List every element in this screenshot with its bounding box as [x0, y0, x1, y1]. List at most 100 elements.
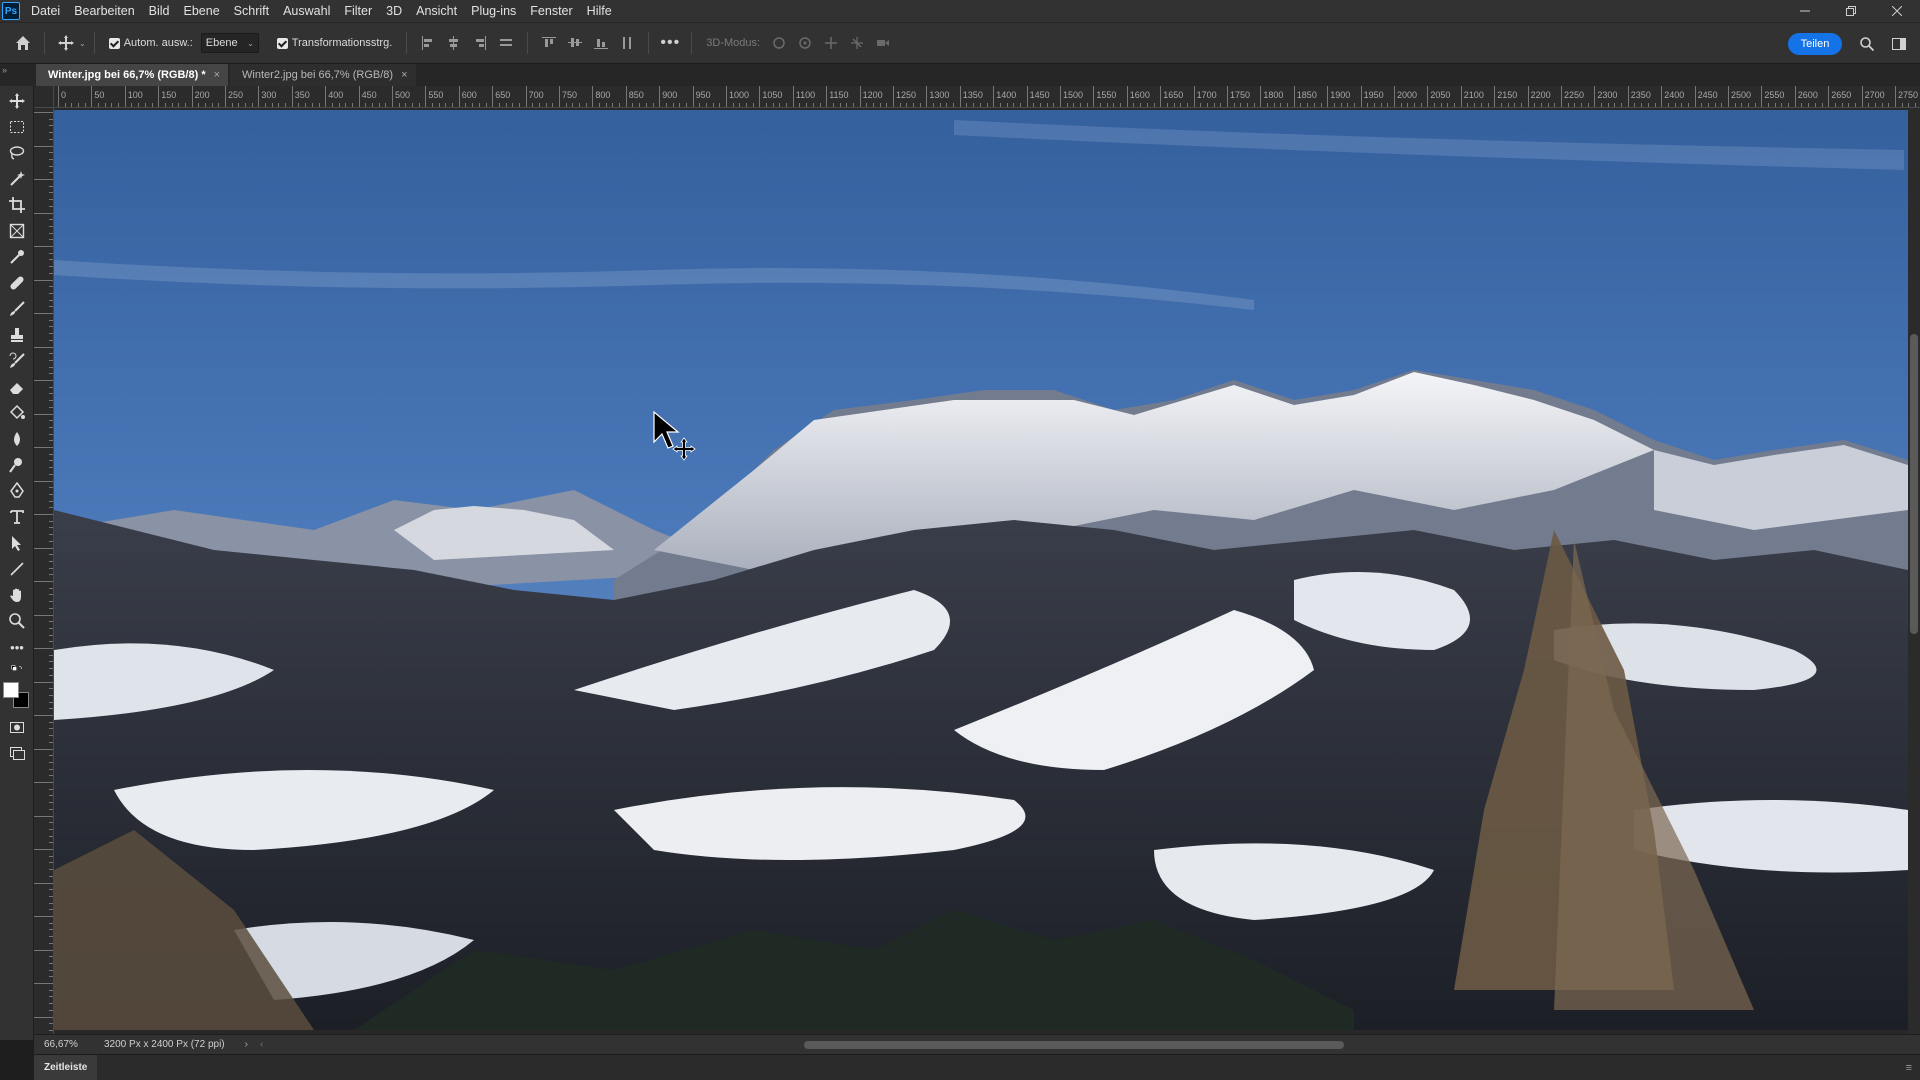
tool-zoom[interactable]: [0, 608, 34, 634]
tool-history-brush[interactable]: [0, 348, 34, 374]
menu-filter[interactable]: Filter: [337, 0, 379, 22]
align-top-button[interactable]: [536, 30, 562, 56]
tool-marquee[interactable]: [0, 114, 34, 140]
tab-winter[interactable]: Winter.jpg bei 66,7% (RGB/8) * ×: [36, 64, 229, 86]
tool-lasso[interactable]: [0, 140, 34, 166]
tool-hand[interactable]: [0, 582, 34, 608]
distribute-button[interactable]: [493, 30, 519, 56]
tool-eraser[interactable]: [0, 374, 34, 400]
ruler-minor-tick: [78, 103, 80, 107]
minimize-button[interactable]: [1782, 0, 1828, 22]
distribute-horizontal-button[interactable]: [614, 30, 640, 56]
horizontal-ruler[interactable]: 0 50 100 150 200 250 300 350 400 450 500 550 600 650 7…: [54, 86, 1920, 108]
quick-mask-button[interactable]: [0, 714, 34, 740]
transform-controls-checkbox[interactable]: Transformationsstrg.: [276, 37, 392, 49]
workspace-button[interactable]: [1886, 31, 1912, 57]
menu-bild[interactable]: Bild: [142, 0, 177, 22]
ruler-label: 50: [94, 90, 105, 100]
tool-eyedropper[interactable]: [0, 244, 34, 270]
foreground-color-swatch[interactable]: [3, 682, 19, 698]
3d-slide-button[interactable]: [844, 30, 870, 56]
home-button[interactable]: [10, 30, 36, 56]
3d-orbit-button[interactable]: [766, 30, 792, 56]
menu-auswahl[interactable]: Auswahl: [276, 0, 337, 22]
menu-plugins[interactable]: Plug-ins: [464, 0, 523, 22]
screen-mode-button[interactable]: [0, 740, 34, 766]
tool-line[interactable]: [0, 556, 34, 582]
close-tab-icon[interactable]: ×: [401, 69, 407, 81]
ruler-origin[interactable]: [34, 86, 54, 108]
ruler-label: 2500: [1731, 90, 1752, 100]
3d-roll-button[interactable]: [792, 30, 818, 56]
ruler-minor-tick: [946, 103, 948, 107]
align-middle-button[interactable]: [562, 30, 588, 56]
ruler-minor-tick: [245, 103, 247, 107]
ruler-tick: [34, 547, 53, 549]
tool-pen[interactable]: [0, 478, 34, 504]
menu-3d[interactable]: 3D: [379, 0, 409, 22]
ruler-minor-tick: [144, 103, 146, 107]
tool-path-selection[interactable]: [0, 530, 34, 556]
ruler-label: 750: [562, 90, 578, 100]
canvas-area[interactable]: [54, 108, 1920, 1040]
tool-gradient[interactable]: [0, 400, 34, 426]
pen-icon: [10, 482, 24, 498]
close-window-button[interactable]: [1874, 0, 1920, 22]
chevron-right-icon[interactable]: ›: [245, 1039, 248, 1050]
align-left-button[interactable]: [415, 30, 441, 56]
zoom-level[interactable]: 66,67%: [44, 1039, 104, 1050]
auto-select-target-dropdown[interactable]: Ebene ⌄: [200, 33, 259, 53]
panel-menu-icon[interactable]: ≡: [1906, 1062, 1912, 1074]
tool-type[interactable]: [0, 504, 34, 530]
auto-select-checkbox[interactable]: Autom. ausw.:: [108, 37, 193, 49]
tool-edit-toolbar[interactable]: •••: [0, 634, 34, 660]
more-options-button[interactable]: •••: [657, 30, 683, 56]
ruler-tick: [34, 413, 53, 415]
ruler-minor-tick: [505, 103, 507, 107]
ruler-minor-tick: [512, 103, 514, 107]
3d-pan-button[interactable]: [818, 30, 844, 56]
ruler-minor-tick: [265, 103, 267, 107]
tool-move[interactable]: [0, 88, 34, 114]
tool-crop[interactable]: [0, 192, 34, 218]
menu-fenster[interactable]: Fenster: [523, 0, 579, 22]
menu-hilfe[interactable]: Hilfe: [580, 0, 619, 22]
workspace-icon: [1892, 38, 1906, 50]
tool-blur[interactable]: [0, 426, 34, 452]
ruler-minor-tick: [298, 103, 300, 107]
horizontal-scroll-thumb[interactable]: [804, 1041, 1344, 1049]
photoshop-logo: Ps: [2, 2, 20, 20]
vertical-scrollbar[interactable]: [1908, 108, 1920, 1040]
ruler-minor-tick: [966, 103, 968, 107]
vertical-scroll-thumb[interactable]: [1910, 334, 1918, 634]
align-bottom-button[interactable]: [588, 30, 614, 56]
tool-stamp[interactable]: [0, 322, 34, 348]
tool-frame[interactable]: [0, 218, 34, 244]
chevron-left-icon[interactable]: ‹: [260, 1039, 263, 1050]
search-button[interactable]: [1854, 31, 1880, 57]
3d-camera-button[interactable]: [870, 30, 896, 56]
ruler-minor-tick: [1687, 103, 1689, 107]
align-right-button[interactable]: [467, 30, 493, 56]
tool-healing[interactable]: [0, 270, 34, 296]
menu-ansicht[interactable]: Ansicht: [409, 0, 464, 22]
align-center-button[interactable]: [441, 30, 467, 56]
tab-winter2[interactable]: Winter2.jpg bei 66,7% (RGB/8) ×: [230, 64, 416, 86]
collapse-toolbar-icon[interactable]: »: [2, 65, 7, 75]
vertical-ruler[interactable]: [34, 108, 54, 1040]
tool-brush[interactable]: [0, 296, 34, 322]
move-tool-preset[interactable]: [53, 30, 79, 56]
tool-dodge[interactable]: [0, 452, 34, 478]
share-button[interactable]: Teilen: [1788, 33, 1842, 55]
menu-schrift[interactable]: Schrift: [227, 0, 276, 22]
close-tab-icon[interactable]: ×: [214, 69, 220, 81]
menu-bearbeiten[interactable]: Bearbeiten: [67, 0, 141, 22]
tool-magic-wand[interactable]: [0, 166, 34, 192]
timeline-tab[interactable]: Zeitleiste: [34, 1054, 98, 1080]
menu-ebene[interactable]: Ebene: [177, 0, 227, 22]
chevron-down-icon[interactable]: ⌄: [79, 39, 86, 48]
swap-colors[interactable]: [0, 660, 34, 682]
restore-button[interactable]: [1828, 0, 1874, 22]
menu-datei[interactable]: Datei: [24, 0, 67, 22]
winter-mountain-photo[interactable]: [54, 110, 1908, 1030]
